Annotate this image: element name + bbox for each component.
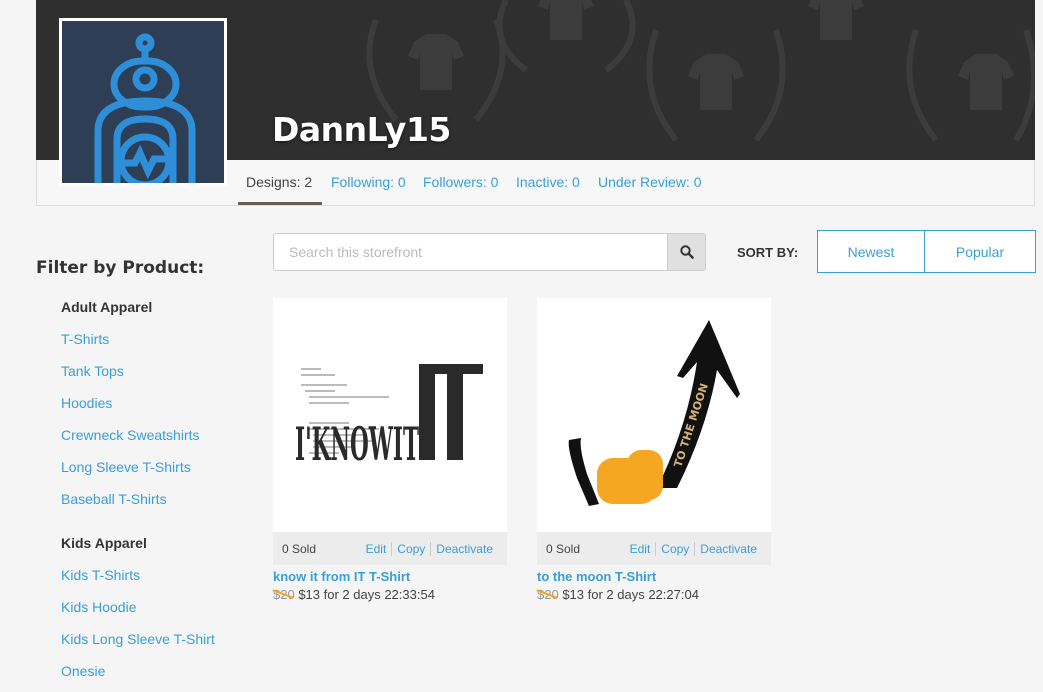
filter-onesie[interactable]: Onesie bbox=[61, 663, 215, 692]
edit-link[interactable]: Edit bbox=[625, 542, 656, 556]
sold-count: 0 Sold bbox=[546, 541, 581, 556]
filter-group-kids: Kids Apparel Kids T-Shirts Kids Hoodie K… bbox=[61, 535, 215, 692]
filter-hoodies[interactable]: Hoodies bbox=[61, 395, 200, 427]
deactivate-link[interactable]: Deactivate bbox=[430, 541, 498, 556]
tab-inactive[interactable]: Inactive: 0 bbox=[516, 174, 580, 190]
copy-link[interactable]: Copy bbox=[391, 541, 430, 556]
sale-price: $13 for 2 days 22:33:54 bbox=[298, 587, 435, 602]
product-title[interactable]: know it from IT T-Shirt bbox=[273, 569, 507, 584]
deactivate-link[interactable]: Deactivate bbox=[694, 541, 762, 556]
sort-newest-button[interactable]: Newest bbox=[817, 230, 925, 273]
copy-link[interactable]: Copy bbox=[655, 541, 694, 556]
sold-count: 0 Sold bbox=[282, 541, 317, 556]
product-card: I'KNOWIT 0 Sold Edit Copy Deactivate kno… bbox=[273, 298, 507, 602]
product-toolbar: 0 Sold Edit Copy Deactivate bbox=[537, 532, 771, 565]
original-price: $20 bbox=[537, 587, 559, 602]
filter-crewneck-sweatshirts[interactable]: Crewneck Sweatshirts bbox=[61, 427, 200, 459]
filter-long-sleeve-t-shirts[interactable]: Long Sleeve T-Shirts bbox=[61, 459, 200, 491]
sale-price: $13 for 2 days 22:27:04 bbox=[562, 587, 699, 602]
sort-label: SORT BY: bbox=[737, 245, 799, 260]
tab-followers[interactable]: Followers: 0 bbox=[423, 174, 498, 190]
filter-kids-t-shirts[interactable]: Kids T-Shirts bbox=[61, 567, 215, 599]
search-icon bbox=[679, 245, 694, 259]
tab-under-review[interactable]: Under Review: 0 bbox=[598, 174, 702, 190]
product-image[interactable]: TO THE MOON bbox=[537, 298, 771, 532]
product-card: TO THE MOON 0 Sold Edit Copy Deactivate … bbox=[537, 298, 771, 602]
filter-baseball-t-shirts[interactable]: Baseball T-Shirts bbox=[61, 491, 200, 523]
original-price: $20 bbox=[273, 587, 295, 602]
filter-kids-long-sleeve[interactable]: Kids Long Sleeve T-Shirt bbox=[61, 631, 215, 663]
product-image[interactable]: I'KNOWIT bbox=[273, 298, 507, 532]
avatar bbox=[59, 18, 227, 186]
filter-t-shirts[interactable]: T-Shirts bbox=[61, 331, 200, 363]
search-input[interactable] bbox=[274, 234, 668, 270]
robot-avatar-icon bbox=[94, 33, 196, 183]
filter-group-adult: Adult Apparel T-Shirts Tank Tops Hoodies… bbox=[61, 299, 200, 523]
store-name: DannLy15 bbox=[272, 110, 451, 149]
filter-kids-hoodie[interactable]: Kids Hoodie bbox=[61, 599, 215, 631]
edit-link[interactable]: Edit bbox=[361, 542, 392, 556]
filter-tank-tops[interactable]: Tank Tops bbox=[61, 363, 200, 395]
sort-popular-button[interactable]: Popular bbox=[924, 230, 1036, 273]
tab-following[interactable]: Following: 0 bbox=[331, 174, 406, 190]
product-price: $20 $13 for 2 days 22:33:54 bbox=[273, 587, 507, 602]
storefront-search bbox=[273, 233, 706, 271]
to-the-moon-design: TO THE MOON bbox=[568, 320, 740, 506]
search-button[interactable] bbox=[667, 234, 705, 270]
tab-designs[interactable]: Designs: 2 bbox=[246, 174, 312, 190]
know-it-design: I'KNOWIT bbox=[295, 364, 483, 471]
know-it-art-text: I'KNOWIT bbox=[295, 417, 419, 471]
filter-group-heading: Adult Apparel bbox=[61, 299, 153, 315]
product-price: $20 $13 for 2 days 22:27:04 bbox=[537, 587, 771, 602]
filter-group-heading: Kids Apparel bbox=[61, 535, 147, 551]
active-tab-indicator bbox=[238, 202, 322, 205]
product-title[interactable]: to the moon T-Shirt bbox=[537, 569, 771, 584]
filter-title: Filter by Product: bbox=[36, 258, 205, 278]
product-toolbar: 0 Sold Edit Copy Deactivate bbox=[273, 532, 507, 565]
